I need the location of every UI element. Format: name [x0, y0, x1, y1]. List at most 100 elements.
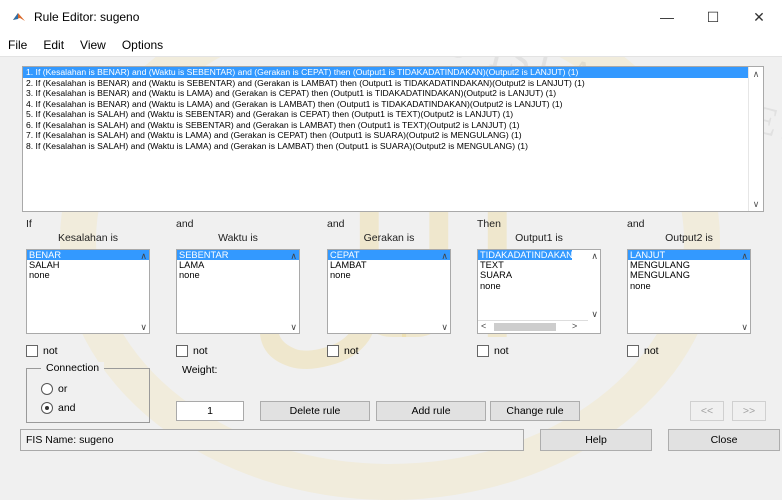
list-item[interactable]: none: [328, 270, 450, 280]
list-item[interactable]: MENGULANG: [628, 260, 750, 270]
list-item[interactable]: SEBENTAR: [177, 250, 299, 261]
list-item[interactable]: LANJUT: [628, 250, 750, 261]
antecedent-waktu: and Waktu is SEBENTAR LAMA none ∧ ∨ not: [176, 218, 300, 357]
minimize-button[interactable]: —: [644, 0, 690, 34]
change-rule-button[interactable]: Change rule: [490, 401, 580, 421]
connector-label: If: [26, 218, 32, 230]
radio-or-icon[interactable]: [41, 383, 53, 395]
close-button[interactable]: Close: [668, 429, 780, 451]
list-item[interactable]: LAMBAT: [328, 260, 450, 270]
list-item[interactable]: CEPAT: [328, 250, 450, 261]
not-label: not: [43, 345, 58, 357]
radio-and-label: and: [58, 402, 76, 414]
rule-row[interactable]: 4. If (Kesalahan is BENAR) and (Waktu is…: [23, 99, 763, 110]
rule-row[interactable]: 6. If (Kesalahan is SALAH) and (Waktu is…: [23, 120, 763, 131]
maximize-button[interactable]: ☐: [690, 0, 736, 34]
not-checkbox[interactable]: [477, 345, 489, 357]
antecedent-kesalahan: If Kesalahan is BENAR SALAH none ∧ ∨ not: [26, 218, 150, 357]
scroll-up-icon[interactable]: ∧: [290, 251, 297, 261]
help-button[interactable]: Help: [540, 429, 652, 451]
connector-label: and: [176, 218, 194, 230]
consequent-output1: Then Output1 is TIDAKADATINDAKAN TEXT SU…: [477, 218, 601, 357]
mf-listbox[interactable]: SEBENTAR LAMA none ∧ ∨: [176, 249, 300, 334]
variable-label: Output1 is: [515, 232, 563, 244]
scroll-thumb[interactable]: [494, 323, 556, 331]
list-item[interactable]: none: [27, 270, 149, 280]
antecedent-gerakan: and Gerakan is CEPAT LAMBAT none ∧ ∨ not: [327, 218, 451, 357]
list-item[interactable]: BENAR: [27, 250, 149, 261]
menu-edit[interactable]: Edit: [35, 38, 72, 52]
window-title: Rule Editor: sugeno: [34, 10, 140, 24]
rule-row[interactable]: 2. If (Kesalahan is BENAR) and (Waktu is…: [23, 78, 763, 89]
scroll-down-icon[interactable]: ∨: [591, 309, 598, 319]
list-item[interactable]: none: [628, 281, 750, 291]
not-checkbox[interactable]: [26, 345, 38, 357]
scroll-down-icon[interactable]: ∨: [741, 322, 748, 332]
scroll-up-icon[interactable]: ∧: [140, 251, 147, 261]
connection-label: Connection: [41, 362, 105, 374]
rule-row[interactable]: 3. If (Kesalahan is BENAR) and (Waktu is…: [23, 88, 763, 99]
matlab-app-icon: [13, 13, 25, 21]
scroll-up-icon[interactable]: ∧: [749, 69, 763, 80]
list-item[interactable]: none: [478, 281, 600, 291]
radio-and[interactable]: and: [41, 402, 76, 414]
variable-label: Kesalahan is: [57, 232, 119, 244]
delete-rule-button[interactable]: Delete rule: [260, 401, 370, 421]
mf-listbox[interactable]: BENAR SALAH none ∧ ∨: [26, 249, 150, 334]
status-fis-name: FIS Name: sugeno: [20, 429, 524, 451]
variable-label: Output2 is: [665, 232, 713, 244]
list-item[interactable]: TEXT: [478, 260, 600, 270]
list-item[interactable]: MENGULANG: [628, 270, 750, 280]
list-item[interactable]: SALAH: [27, 260, 149, 270]
menu-bar: File Edit View Options: [0, 34, 782, 57]
scroll-down-icon[interactable]: ∨: [749, 199, 763, 210]
not-label: not: [193, 345, 208, 357]
rule-row[interactable]: 5. If (Kesalahan is SALAH) and (Waktu is…: [23, 109, 763, 120]
variable-label: Gerakan is: [363, 232, 415, 244]
mf-listbox[interactable]: TIDAKADATINDAKAN TEXT SUARA none ∧ ∨ < >: [477, 249, 601, 334]
list-item[interactable]: TIDAKADATINDAKAN: [478, 250, 572, 261]
menu-options[interactable]: Options: [114, 38, 171, 52]
not-checkbox[interactable]: [176, 345, 188, 357]
scroll-up-icon[interactable]: ∧: [591, 251, 598, 261]
scroll-down-icon[interactable]: ∨: [290, 322, 297, 332]
mf-listbox[interactable]: CEPAT LAMBAT none ∧ ∨: [327, 249, 451, 334]
connector-label: and: [327, 218, 345, 230]
weight-label: Weight:: [182, 364, 218, 376]
close-window-button[interactable]: ✕: [736, 0, 782, 34]
menu-view[interactable]: View: [72, 38, 114, 52]
rule-row[interactable]: 1. If (Kesalahan is BENAR) and (Waktu is…: [23, 67, 763, 78]
scroll-right-icon[interactable]: >: [572, 321, 577, 331]
list-item[interactable]: none: [177, 270, 299, 280]
scroll-left-icon[interactable]: <: [481, 321, 486, 331]
radio-or[interactable]: or: [41, 383, 67, 395]
scroll-up-icon[interactable]: ∧: [741, 251, 748, 261]
add-rule-button[interactable]: Add rule: [376, 401, 486, 421]
rules-list[interactable]: 1. If (Kesalahan is BENAR) and (Waktu is…: [22, 66, 764, 212]
not-label: not: [344, 345, 359, 357]
rule-row[interactable]: 7. If (Kesalahan is SALAH) and (Waktu is…: [23, 130, 763, 141]
list-item[interactable]: SUARA: [478, 270, 600, 280]
mf-listbox[interactable]: LANJUT MENGULANG MENGULANG none ∧ ∨: [627, 249, 751, 334]
scroll-down-icon[interactable]: ∨: [140, 322, 147, 332]
not-label: not: [494, 345, 509, 357]
previous-rule-button[interactable]: <<: [690, 401, 724, 421]
next-rule-button[interactable]: >>: [732, 401, 766, 421]
not-checkbox[interactable]: [327, 345, 339, 357]
weight-input[interactable]: 1: [176, 401, 244, 421]
radio-or-label: or: [58, 383, 68, 395]
scroll-up-icon[interactable]: ∧: [441, 251, 448, 261]
scroll-down-icon[interactable]: ∨: [441, 322, 448, 332]
not-checkbox[interactable]: [627, 345, 639, 357]
menu-file[interactable]: File: [0, 38, 35, 52]
radio-and-icon[interactable]: [41, 402, 53, 414]
list-item[interactable]: LAMA: [177, 260, 299, 270]
connector-label: Then: [477, 218, 501, 230]
not-label: not: [644, 345, 659, 357]
connection-group: Connection or and: [26, 362, 150, 423]
title-bar: Rule Editor: sugeno — ☐ ✕: [0, 0, 782, 34]
rules-scrollbar[interactable]: ∧ ∨: [748, 67, 763, 211]
horizontal-scrollbar[interactable]: < >: [478, 320, 588, 333]
consequent-output2: and Output2 is LANJUT MENGULANG MENGULAN…: [627, 218, 751, 357]
rule-row[interactable]: 8. If (Kesalahan is SALAH) and (Waktu is…: [23, 141, 763, 152]
